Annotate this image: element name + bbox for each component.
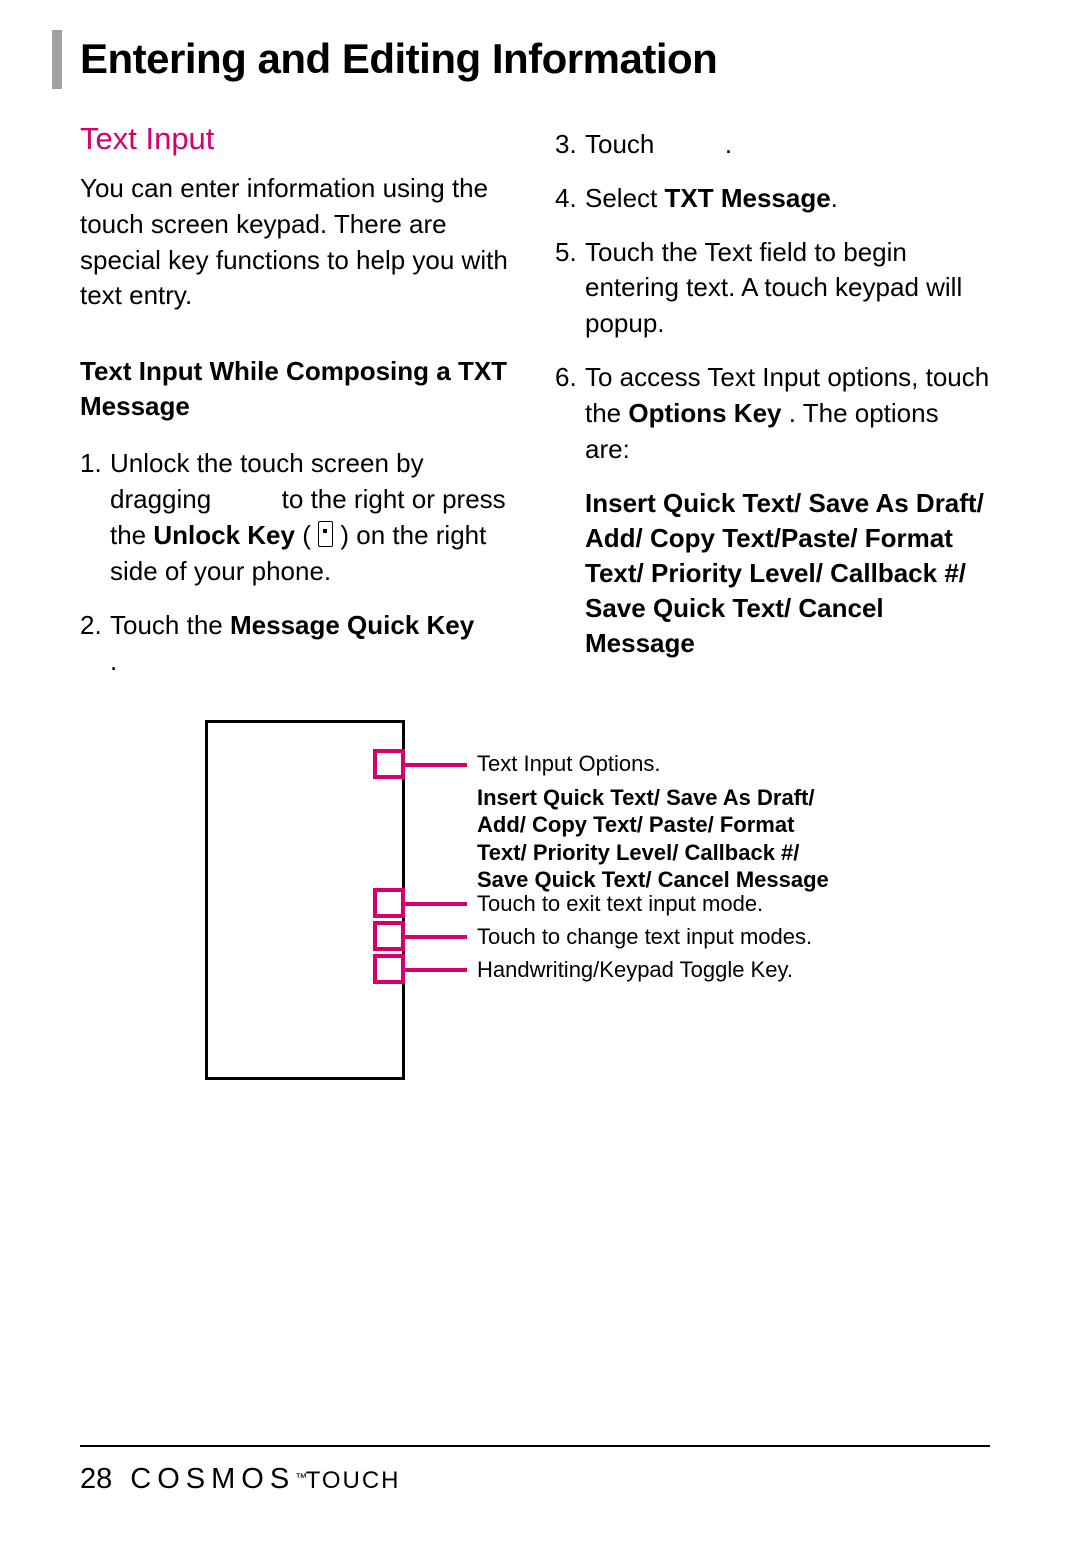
step-2: 2. Touch the Message Quick Key .	[80, 608, 515, 680]
callout-box-exit-icon	[373, 888, 405, 918]
unlock-key-icon	[318, 521, 333, 547]
step-number: 1.	[80, 446, 110, 590]
callout-text-options: Text Input Options. Insert Quick Text/ S…	[477, 750, 837, 894]
callout-1-options: Insert Quick Text/ Save As Draft/ Add/ C…	[477, 784, 837, 894]
step-1: 1. Unlock the touch screen by dragging t…	[80, 446, 515, 590]
step-number: 5.	[555, 235, 585, 343]
unlock-key-label: Unlock Key	[153, 520, 295, 550]
step-5: 5. Touch the Text field to begin enterin…	[555, 235, 990, 343]
left-column: Text Input You can enter information usi…	[80, 121, 515, 698]
step-4-text-a: Select	[585, 183, 665, 213]
callout-text-mode: Touch to change text input modes.	[477, 923, 857, 951]
txt-message-label: TXT Message	[665, 183, 831, 213]
step-1-paren: (	[302, 520, 318, 550]
brand-cosmos: COSMOS	[130, 1463, 295, 1495]
callout-text-exit: Touch to exit text input mode.	[477, 890, 837, 918]
section-heading: Text Input	[80, 121, 515, 157]
step-number: 2.	[80, 608, 110, 680]
chapter-title: Entering and Editing Information	[52, 30, 990, 89]
step-4-text-b: .	[831, 183, 838, 213]
footer-rule	[80, 1445, 990, 1447]
callout-line	[405, 935, 467, 939]
step-4: 4. Select TXT Message.	[555, 181, 990, 217]
step-6: 6. To access Text Input options, touch t…	[555, 360, 990, 468]
page-number: 28	[80, 1463, 112, 1496]
right-column: 3. Touch . 4. Select TXT Message. 5. Tou…	[555, 121, 990, 698]
step-1-paren2: )	[340, 520, 349, 550]
step-3-text-a: Touch	[585, 129, 662, 159]
step-number: 3.	[555, 127, 585, 163]
options-list: Insert Quick Text/ Save As Draft/ Add/ C…	[585, 486, 990, 661]
step-2-text-a: Touch the	[110, 610, 230, 640]
step-3: 3. Touch .	[555, 127, 990, 163]
step-5-text: Touch the Text field to begin entering t…	[585, 235, 990, 343]
subheading: Text Input While Composing a TXT Message	[80, 354, 515, 424]
phone-diagram: Text Input Options. Insert Quick Text/ S…	[205, 720, 905, 1100]
step-number: 6.	[555, 360, 585, 468]
callout-1-title: Text Input Options.	[477, 750, 837, 778]
brand-touch: TOUCH	[306, 1467, 401, 1494]
callout-box-toggle-icon	[373, 954, 405, 984]
step-2-text-b: .	[110, 646, 117, 676]
options-key-label: Options Key	[628, 398, 781, 428]
footer: 28 COSMOS™ TOUCH	[80, 1463, 401, 1496]
callout-box-mode-icon	[373, 921, 405, 951]
callout-line	[405, 968, 467, 972]
callout-box-options-icon	[373, 749, 405, 779]
step-3-text-b: .	[725, 129, 732, 159]
callout-line	[405, 902, 467, 906]
intro-paragraph: You can enter information using the touc…	[80, 171, 515, 315]
message-quick-key-label: Message Quick Key	[230, 610, 474, 640]
callout-line	[405, 763, 467, 767]
callout-text-toggle: Handwriting/Keypad Toggle Key.	[477, 956, 857, 984]
step-number: 4.	[555, 181, 585, 217]
